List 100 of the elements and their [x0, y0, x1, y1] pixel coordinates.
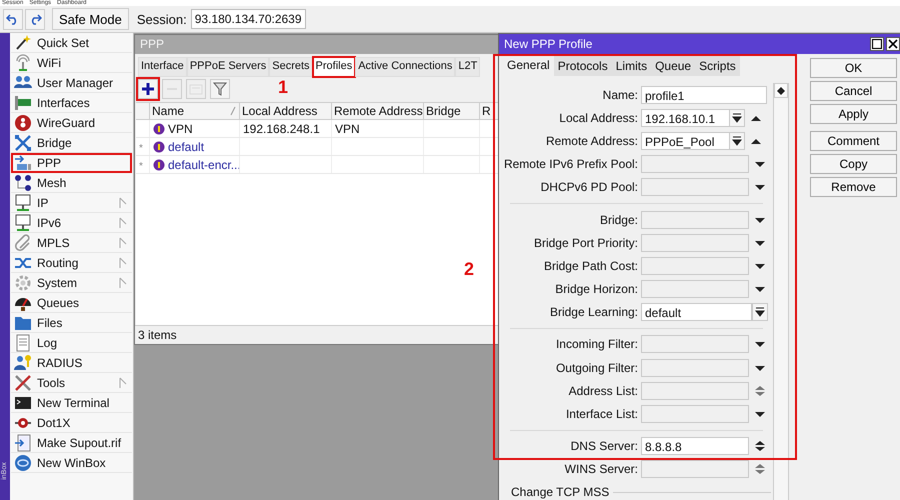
gear-icon: [14, 274, 32, 292]
sidebar-label: RADIUS: [37, 356, 84, 370]
sidebar-item[interactable]: Log: [11, 333, 132, 353]
field-label: Address List:: [568, 384, 639, 398]
tab[interactable]: Scripts: [695, 56, 740, 76]
input-field[interactable]: [641, 210, 749, 229]
input-field[interactable]: [641, 280, 749, 298]
scrollbar[interactable]: [773, 83, 789, 500]
sidebar-item[interactable]: IPv6: [11, 213, 132, 233]
tab[interactable]: L2T: [455, 57, 480, 77]
input-field[interactable]: profile1: [641, 86, 767, 104]
antenna-icon: [14, 54, 32, 72]
input-field[interactable]: [641, 405, 749, 424]
sidebar-item[interactable]: Interfaces: [11, 93, 132, 113]
column-header[interactable]: Name: [149, 103, 239, 119]
sidebar-item[interactable]: Dot1X: [11, 413, 132, 433]
sidebar-item[interactable]: Mesh: [11, 173, 132, 193]
tab[interactable]: Profiles: [312, 57, 356, 77]
close-button[interactable]: [886, 37, 900, 51]
down-arrow-icon: [754, 339, 766, 350]
add-button[interactable]: [138, 79, 158, 99]
sidebar-item[interactable]: Routing: [11, 253, 132, 273]
tab[interactable]: Limits: [612, 56, 652, 76]
dialog-button[interactable]: Remove: [810, 177, 897, 197]
column-header-label: R: [482, 104, 491, 118]
sidebar-item[interactable]: RADIUS: [11, 353, 132, 373]
sidebar-label: PPP: [37, 156, 62, 170]
field-label: Incoming Filter:: [554, 337, 639, 352]
sidebar-item[interactable]: User Manager: [11, 73, 132, 93]
dialog-button[interactable]: Cancel: [810, 81, 897, 101]
sidebar-item[interactable]: Bridge: [11, 133, 132, 153]
field-label: Remote Address:: [544, 134, 639, 148]
field-label: Outgoing Filter:: [554, 360, 639, 375]
paperclip-icon: [14, 234, 32, 252]
row-marker-text: *: [138, 142, 143, 154]
maximize-button[interactable]: [870, 37, 884, 51]
dropdown-button[interactable]: [729, 108, 745, 127]
field-label: Bridge Port Priority:: [532, 236, 639, 250]
user-key-icon: [14, 354, 32, 372]
table-cell: default-encr...: [168, 158, 241, 172]
input-field[interactable]: 192.168.10.1: [641, 108, 729, 127]
sidebar-item[interactable]: WireGuard: [11, 113, 132, 133]
sidebar-item[interactable]: MPLS: [11, 233, 132, 253]
input-field[interactable]: [641, 382, 749, 400]
down-arrow-icon: [754, 284, 766, 294]
filter-button[interactable]: [210, 79, 230, 99]
input-field[interactable]: 8.8.8.8: [641, 437, 749, 456]
field-label: Remote IPv6 Prefix Pool:: [503, 157, 639, 172]
sidebar-label: WiFi: [37, 56, 62, 70]
input-field[interactable]: [641, 335, 749, 354]
dropdown-button[interactable]: [729, 132, 745, 150]
section-label: Change TCP MSS: [511, 485, 610, 499]
field-label: DHCPv6 PD Pool:: [540, 180, 639, 194]
sidebar-item[interactable]: Tools: [11, 373, 132, 393]
sort-indicator-icon: [230, 106, 236, 116]
column-header[interactable]: Remote Address: [331, 103, 423, 119]
dropdown-arrow-icon: [755, 307, 765, 318]
redo-button[interactable]: [25, 8, 45, 30]
input-field[interactable]: PPPoE_Pool: [641, 132, 729, 150]
sidebar-item[interactable]: Quick Set: [11, 33, 132, 53]
session-field[interactable]: 93.180.134.70:2639: [190, 9, 306, 29]
dialog-button[interactable]: Apply: [810, 104, 897, 124]
input-field[interactable]: [641, 178, 749, 196]
input-field[interactable]: [641, 460, 749, 478]
monitor-icon: [14, 194, 32, 212]
column-header[interactable]: Local Address: [239, 103, 331, 119]
safe-mode-button[interactable]: Safe Mode: [52, 8, 129, 30]
dialog-button[interactable]: Comment: [810, 131, 897, 151]
input-field[interactable]: default: [641, 303, 752, 322]
tab[interactable]: Interface: [138, 57, 187, 77]
input-field[interactable]: [641, 234, 749, 252]
input-field[interactable]: [641, 256, 749, 275]
input-field[interactable]: [641, 358, 749, 377]
sidebar-item[interactable]: PPP: [11, 153, 132, 173]
tab[interactable]: Secrets: [269, 57, 313, 77]
field-label: Interface List:: [564, 407, 639, 422]
sidebar-item[interactable]: New Terminal: [11, 393, 132, 413]
sidebar-item[interactable]: Files: [11, 313, 132, 333]
field-label: Name:: [602, 88, 639, 102]
sidebar-item[interactable]: System: [11, 273, 132, 293]
dropdown-button[interactable]: [752, 303, 768, 322]
sidebar-item[interactable]: Queues: [11, 293, 132, 313]
tab[interactable]: Protocols: [554, 56, 612, 76]
sidebar-item[interactable]: IP: [11, 193, 132, 213]
table-cell: VPN: [335, 122, 360, 136]
field-label: Bridge:: [598, 212, 639, 227]
tab[interactable]: PPPoE Servers: [186, 57, 270, 77]
dialog-button[interactable]: OK: [810, 58, 897, 78]
tab[interactable]: Active Connections: [355, 57, 456, 77]
sidebar-item[interactable]: Make Supout.rif: [11, 433, 132, 453]
sidebar-label: Mesh: [37, 176, 68, 190]
sidebar-item[interactable]: WiFi: [11, 53, 132, 73]
undo-button[interactable]: [3, 8, 23, 30]
sidebar-item[interactable]: New WinBox: [11, 453, 132, 473]
input-field[interactable]: [641, 155, 749, 174]
sidebar-label: Files: [37, 316, 64, 330]
dialog-button[interactable]: Copy: [810, 154, 897, 174]
column-header[interactable]: Bridge: [423, 103, 479, 119]
scroll-up-button[interactable]: [774, 83, 788, 98]
tab[interactable]: Queue: [651, 56, 696, 76]
